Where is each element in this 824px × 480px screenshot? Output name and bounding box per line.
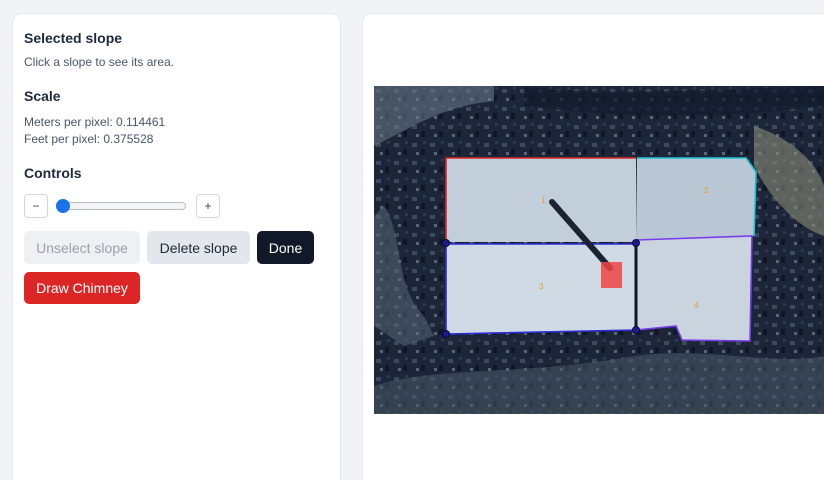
slope-label: 4 (694, 301, 699, 310)
roof-map[interactable]: 1 2 3 4 (374, 86, 824, 414)
selected-slope-hint: Click a slope to see its area. (24, 55, 175, 69)
vertex-handle[interactable] (632, 326, 640, 334)
chimney-marker[interactable] (601, 262, 622, 288)
meters-per-pixel: Meters per pixel: 0.114461 (24, 115, 166, 129)
vertex-handle[interactable] (442, 239, 450, 247)
selected-slope-title: Selected slope (24, 30, 123, 46)
done-button[interactable]: Done (257, 231, 314, 264)
unselect-slope-button[interactable]: Unselect slope (24, 231, 140, 264)
draw-chimney-button[interactable]: Draw Chimney (24, 272, 140, 304)
vertex-handle[interactable] (442, 330, 450, 338)
feet-per-pixel: Feet per pixel: 0.375528 (24, 132, 154, 146)
scale-title: Scale (24, 88, 61, 104)
delete-slope-button[interactable]: Delete slope (147, 231, 250, 264)
roof-slope-2[interactable] (636, 158, 756, 241)
slope-actions: Unselect slope Delete slope Done (24, 231, 329, 264)
slider-track[interactable] (56, 202, 186, 210)
slope-label: 3 (539, 282, 544, 291)
scale-info: Meters per pixel: 0.114461 Feet per pixe… (24, 114, 329, 148)
sidebar-panel: Selected slope Click a slope to see its … (12, 13, 341, 480)
vertex-handle[interactable] (632, 239, 640, 247)
slope-label: 1 (541, 196, 546, 205)
zoom-control: − + (24, 193, 329, 219)
slope-label: 2 (704, 186, 709, 195)
slider-thumb[interactable] (56, 199, 70, 213)
controls-title: Controls (24, 165, 82, 181)
zoom-slider[interactable] (56, 198, 186, 214)
increment-button[interactable]: + (196, 194, 220, 218)
roof-slope-4[interactable] (636, 236, 752, 341)
decrement-button[interactable]: − (24, 194, 48, 218)
